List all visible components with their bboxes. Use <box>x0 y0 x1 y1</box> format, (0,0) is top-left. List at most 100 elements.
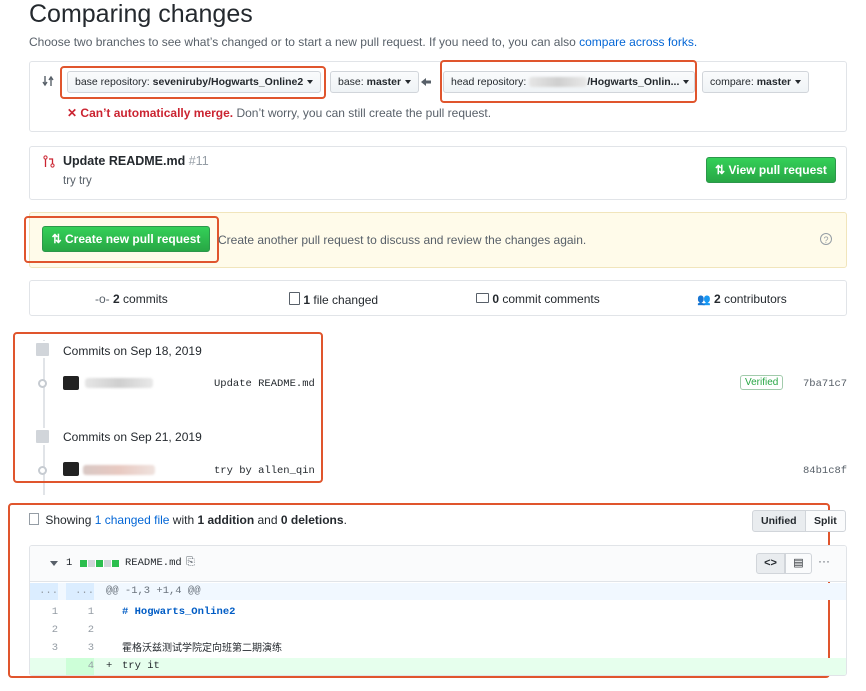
commit-group-date: Commits on Sep 18, 2019 <box>63 344 202 358</box>
more-options-icon[interactable]: ··· <box>818 554 830 568</box>
avatar[interactable] <box>63 462 79 476</box>
pr-description: try try <box>63 175 92 187</box>
repo-push-icon <box>34 428 51 445</box>
new-line-number[interactable]: 1 <box>66 604 94 621</box>
redacted-author <box>85 378 153 388</box>
pull-request-icon: ⇅ <box>51 232 62 246</box>
comments-count: 0 <box>492 292 500 306</box>
base-repo-value: seveniruby/Hogwarts_Online2 <box>152 76 304 88</box>
new-line-number[interactable]: 4 <box>66 658 94 675</box>
head-repository-select[interactable]: head repository: /Hogwarts_Onlin... <box>443 71 695 93</box>
stat-comments[interactable]: 0 commit comments <box>476 292 600 306</box>
old-line-number[interactable]: 1 <box>30 604 58 621</box>
arrow-left-icon <box>421 78 431 86</box>
view-pull-request-button[interactable]: ⇅ View pull request <box>706 157 836 183</box>
commits-count: 2 <box>113 292 120 306</box>
pr-number: #11 <box>188 154 209 168</box>
compare-arrows-icon <box>42 75 54 87</box>
diff-line: 1 1 # Hogwarts_Online2 <box>30 604 846 621</box>
stat-files[interactable]: 1 file changed <box>289 292 378 307</box>
avatar[interactable] <box>63 376 79 390</box>
files-count: 1 <box>303 293 311 307</box>
commit-group-date: Commits on Sep 21, 2019 <box>63 430 202 444</box>
commit-dot-icon <box>38 379 47 388</box>
diff-stat-bar <box>80 560 120 567</box>
view-pr-label: View pull request <box>728 163 827 177</box>
additions-count: 1 addition <box>197 513 255 527</box>
file-diff-icon <box>29 513 39 525</box>
comment-icon <box>476 293 489 303</box>
diff-stat-count: 1 <box>66 557 73 569</box>
summary-prefix: Showing <box>45 513 92 527</box>
base-repository-select[interactable]: base repository: seveniruby/Hogwarts_Onl… <box>67 71 322 93</box>
compare-branch-select[interactable]: compare: master <box>702 71 810 93</box>
old-line-number[interactable]: 2 <box>30 622 58 639</box>
clipboard-icon[interactable]: ⎘ <box>186 556 195 569</box>
code-view-icon[interactable]: <> <box>756 553 785 574</box>
pull-request-icon: ⇅ <box>715 163 726 177</box>
pr-heading: Update README.md #11 <box>63 154 209 168</box>
head-repo-label: head repository: <box>451 76 527 88</box>
diff-line: 2 2 <box>30 622 846 639</box>
contributors-label: contributors <box>724 292 787 306</box>
people-icon: 👥 <box>697 294 711 306</box>
hunk-range: @@ -1,3 +1,4 @@ <box>106 585 201 597</box>
summary-end: . <box>343 513 347 527</box>
old-line-number[interactable]: 3 <box>30 640 58 657</box>
diff-code: 霍格沃兹测试学院定向班第二期演练 <box>122 643 282 654</box>
base-repo-label: base repository: <box>75 76 150 88</box>
hunk-expand-new[interactable]: ... <box>66 583 94 600</box>
stat-contributors[interactable]: 👥 2 contributors <box>697 292 787 306</box>
head-repo-value: /Hogwarts_Onlin... <box>587 76 680 88</box>
file-header: 1 README.md ⎘ <> ▤ ··· <box>30 546 846 582</box>
unified-view-button[interactable]: Unified <box>752 510 806 532</box>
repo-push-icon <box>34 341 51 358</box>
merge-status: ✕ Can’t automatically merge. Don’t worry… <box>67 106 491 120</box>
diff-code: # Hogwarts_Online2 <box>122 606 236 618</box>
verified-badge[interactable]: Verified <box>740 375 784 390</box>
diff-code: try it <box>122 660 160 672</box>
subtitle-text: Choose two branches to see what’s change… <box>29 35 576 49</box>
base-branch-value: master <box>366 76 402 88</box>
merge-status-text: Can’t automatically merge. <box>80 106 234 120</box>
page-title: Comparing changes <box>29 0 253 28</box>
compare-across-forks-link[interactable]: compare across forks. <box>579 35 697 49</box>
chevron-down-icon <box>683 80 690 85</box>
commit-message[interactable]: Update README.md <box>214 378 315 390</box>
comments-label: commit comments <box>502 292 600 306</box>
redacted-author <box>83 465 155 475</box>
pull-request-icon <box>43 155 55 168</box>
rich-diff-icon[interactable]: ▤ <box>785 553 812 574</box>
x-icon: ✕ <box>67 106 78 120</box>
commit-sha[interactable]: 84b1c8f <box>803 465 847 477</box>
commit-sha[interactable]: 7ba71c7 <box>803 378 847 390</box>
commit-icon: -o- <box>95 292 110 306</box>
chevron-down-icon <box>307 80 314 85</box>
chevron-down-icon[interactable] <box>46 556 58 570</box>
base-branch-label: base: <box>338 76 364 88</box>
new-line-number[interactable]: 3 <box>66 640 94 657</box>
compare-branch-label: compare: <box>710 76 754 88</box>
diff-sign: + <box>106 660 113 672</box>
file-name[interactable]: README.md <box>125 557 182 569</box>
changed-file-link[interactable]: 1 changed file <box>95 513 170 527</box>
chevron-down-icon <box>405 80 412 85</box>
pr-title[interactable]: Update README.md <box>63 154 185 168</box>
new-line-number[interactable]: 2 <box>66 622 94 639</box>
merge-hint: Don’t worry, you can still create the pu… <box>236 106 492 120</box>
stat-commits[interactable]: -o- 2 commits <box>95 292 168 306</box>
compare-branch-value: master <box>756 76 792 88</box>
commit-message[interactable]: try by allen_qin <box>214 465 315 477</box>
base-branch-select[interactable]: base: master <box>330 71 420 93</box>
file-diff-icon <box>289 292 300 305</box>
diff-summary: Showing 1 changed file with 1 addition a… <box>29 513 347 527</box>
create-pr-label: Create new pull request <box>65 232 201 246</box>
commit-dot-icon <box>38 466 47 475</box>
chevron-down-icon <box>795 80 802 85</box>
hunk-header: ... ... @@ -1,3 +1,4 @@ <box>30 583 846 600</box>
split-view-button[interactable]: Split <box>805 510 846 532</box>
question-icon[interactable]: ? <box>820 233 832 245</box>
hunk-expand-old[interactable]: ... <box>30 583 58 600</box>
create-pr-note: Create another pull request to discuss a… <box>218 233 587 247</box>
create-new-pull-request-button[interactable]: ⇅ Create new pull request <box>42 226 210 252</box>
